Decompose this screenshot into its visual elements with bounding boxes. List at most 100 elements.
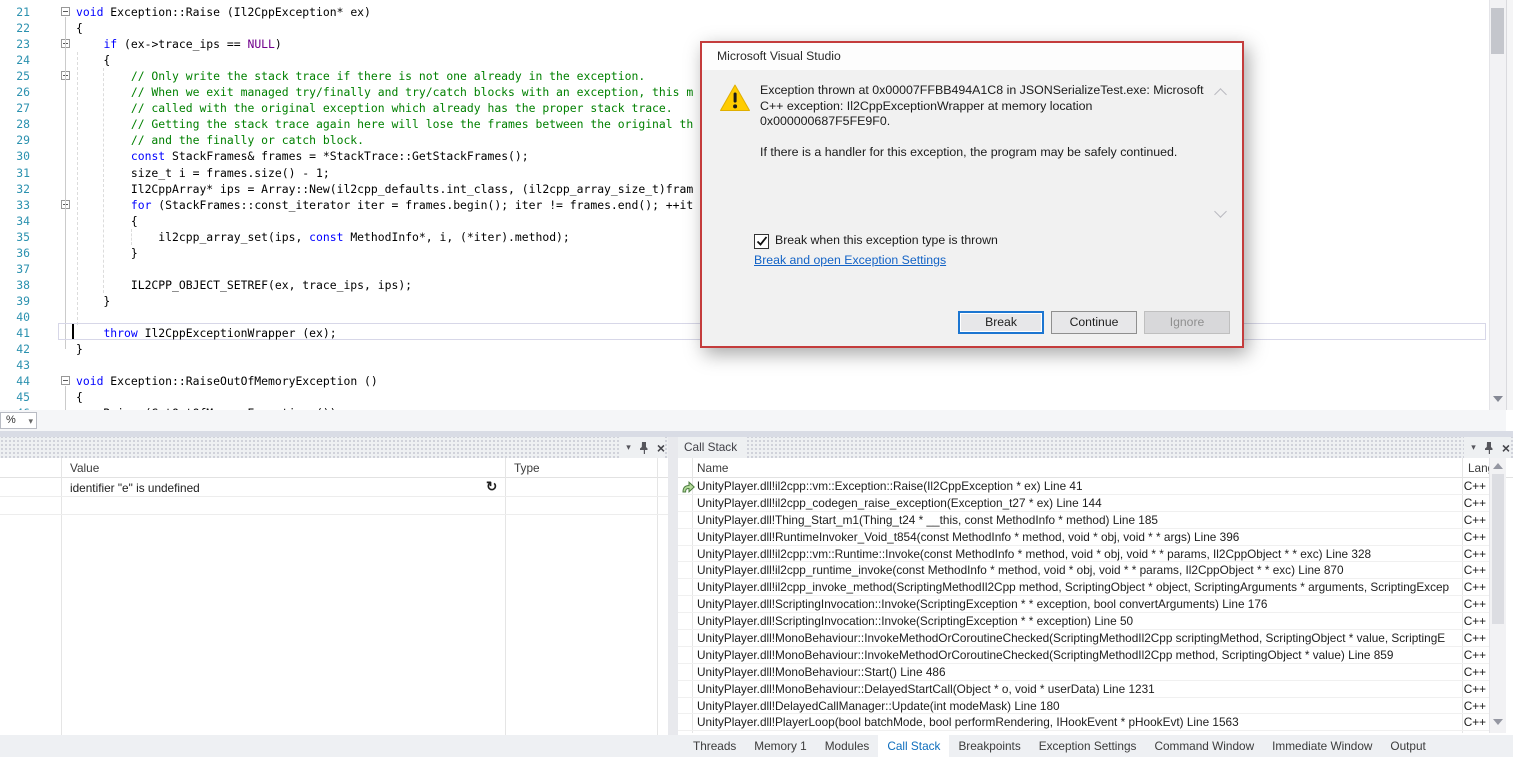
warning-icon [719, 83, 751, 113]
editor-overview-margin[interactable] [1506, 0, 1513, 410]
code-line[interactable]: size_t i = frames.size() - 1; [76, 165, 330, 181]
code-line[interactable]: { [76, 20, 83, 36]
callstack-row[interactable]: UnityPlayer.dll!il2cpp_codegen_raise_exc… [678, 495, 1489, 512]
callstack-row[interactable]: UnityPlayer.dll!il2cpp::vm::Exception::R… [678, 478, 1489, 495]
line-number: 34 [0, 213, 30, 229]
visual-studio-window: 2122232425262728293031323334353637383940… [0, 0, 1513, 757]
callstack-row[interactable]: UnityPlayer.dll!ScriptingInvocation::Inv… [678, 613, 1489, 630]
scrollbar-down-arrow-icon[interactable] [1493, 719, 1503, 725]
continue-button[interactable]: Continue [1051, 311, 1137, 334]
window-position-menu-icon[interactable]: ▾ [626, 443, 631, 452]
code-line[interactable]: } [76, 341, 83, 357]
code-line[interactable]: } [76, 293, 110, 309]
code-line[interactable]: IL2CPP_OBJECT_SETREF(ex, trace_ips, ips)… [76, 277, 412, 293]
callstack-row[interactable]: UnityPlayer.dll!MonoBehaviour::InvokeMet… [678, 647, 1489, 664]
scrollbar-up-arrow-icon[interactable] [1493, 463, 1503, 469]
fold-collapse-icon[interactable] [61, 376, 70, 385]
break-button[interactable]: Break [958, 311, 1044, 334]
frame-language: C++ [1464, 681, 1486, 698]
column-divider[interactable] [505, 458, 506, 735]
close-icon[interactable]: × [1502, 441, 1510, 455]
refresh-icon[interactable]: ↻ [486, 479, 497, 495]
frame-language: C++ [1464, 495, 1486, 512]
checkbox-label[interactable]: Break when this exception type is thrown [775, 233, 998, 247]
code-line[interactable]: const StackFrames& frames = *StackTrace:… [76, 148, 529, 164]
code-line[interactable]: // When we exit managed try/finally and … [76, 84, 693, 100]
bottom-tab-immediate-window[interactable]: Immediate Window [1263, 735, 1381, 757]
frame-name: UnityPlayer.dll!MonoBehaviour::InvokeMet… [678, 630, 1445, 647]
bottom-tab-breakpoints[interactable]: Breakpoints [949, 735, 1029, 757]
code-line[interactable]: } [76, 245, 138, 261]
code-line[interactable]: Il2CppArray* ips = Array::New(il2cpp_def… [76, 181, 693, 197]
code-line[interactable]: void Exception::Raise (Il2CppException* … [76, 4, 371, 20]
bottom-tab-threads[interactable]: Threads [684, 735, 745, 757]
pin-icon[interactable] [1484, 442, 1494, 454]
callstack-row[interactable]: UnityPlayer.dll!MonoBehaviour::DelayedSt… [678, 681, 1489, 698]
watch-panel-titlebar[interactable]: ▾ × [0, 437, 668, 458]
callstack-row[interactable]: UnityPlayer.dll!MonoBehaviour::Start() L… [678, 664, 1489, 681]
current-frame-arrow-icon [681, 481, 695, 493]
code-line[interactable]: { [76, 389, 83, 405]
tool-window-tab-strip: ThreadsMemory 1ModulesCall StackBreakpoi… [0, 735, 1513, 757]
bottom-tab-exception-settings[interactable]: Exception Settings [1030, 735, 1146, 757]
column-divider[interactable] [61, 458, 62, 735]
code-line[interactable]: // and the finally or catch block. [76, 132, 364, 148]
callstack-row[interactable]: UnityPlayer.dll!Thing_Start_m1(Thing_t24… [678, 512, 1489, 529]
code-line[interactable]: // Getting the stack trace again here wi… [76, 116, 693, 132]
code-line[interactable]: // Only write the stack trace if there i… [76, 68, 645, 84]
bottom-tab-call-stack[interactable]: Call Stack [878, 735, 949, 757]
callstack-vertical-scrollbar[interactable] [1489, 458, 1506, 733]
bottom-tab-memory-1[interactable]: Memory 1 [745, 735, 815, 757]
callstack-row[interactable]: UnityPlayer.dll!RuntimeInvoker_Void_t854… [678, 529, 1489, 546]
code-line[interactable]: throw Il2CppExceptionWrapper (ex); [76, 325, 337, 341]
code-line[interactable]: // called with the original exception wh… [76, 100, 673, 116]
editor-zoom-select[interactable]: % ▾ [0, 412, 37, 429]
scroll-up-chevron-icon[interactable] [1214, 88, 1227, 101]
callstack-scrollbar-thumb[interactable] [1492, 474, 1504, 624]
code-line[interactable]: { [76, 52, 110, 68]
editor-scrollbar-thumb[interactable] [1491, 8, 1504, 54]
watch-row-value[interactable]: identifier "e" is undefined [70, 481, 200, 495]
callstack-panel: Call Stack ▾ × Name Lang UnityPlayer.dll… [678, 437, 1513, 735]
scrollbar-down-arrow-icon[interactable] [1493, 396, 1503, 402]
callstack-row[interactable]: UnityPlayer.dll!DelayedCallManager::Upda… [678, 698, 1489, 715]
code-line[interactable]: il2cpp_array_set(ips, const MethodInfo*,… [76, 229, 570, 245]
dialog-title[interactable]: Microsoft Visual Studio [702, 43, 1242, 70]
exception-settings-link[interactable]: Break and open Exception Settings [754, 253, 946, 267]
callstack-column-headers[interactable]: Name Lang [678, 458, 1513, 478]
callstack-row[interactable]: UnityPlayer.dll!PlayerLoop(bool batchMod… [678, 714, 1489, 731]
callstack-row[interactable]: UnityPlayer.dll!il2cpp_runtime_invoke(co… [678, 562, 1489, 579]
close-icon[interactable]: × [657, 441, 665, 455]
watch-column-headers[interactable]: Value Type [0, 458, 668, 478]
scroll-down-chevron-icon[interactable] [1214, 205, 1227, 218]
bottom-tab-output[interactable]: Output [1381, 735, 1434, 757]
code-line[interactable]: for (StackFrames::const_iterator iter = … [76, 197, 693, 213]
frame-name: UnityPlayer.dll!il2cpp_invoke_method(Scr… [678, 579, 1449, 596]
fold-collapse-icon[interactable] [61, 7, 70, 16]
frame-name: UnityPlayer.dll!ScriptingInvocation::Inv… [678, 613, 1133, 630]
fold-scope-line [65, 386, 66, 410]
callstack-row[interactable]: UnityPlayer.dll!ScriptingInvocation::Inv… [678, 596, 1489, 613]
bottom-tab-modules[interactable]: Modules [816, 735, 879, 757]
callstack-row[interactable]: UnityPlayer.dll!MonoBehaviour::InvokeMet… [678, 630, 1489, 647]
callstack-row[interactable]: UnityPlayer.dll!il2cpp::vm::Runtime::Inv… [678, 546, 1489, 563]
code-line[interactable]: void Exception::RaiseOutOfMemoryExceptio… [76, 373, 378, 389]
exception-dialog: Microsoft Visual Studio Exception thrown… [700, 41, 1244, 348]
ignore-button[interactable]: Ignore [1144, 311, 1230, 334]
callstack-row[interactable]: UnityPlayer.dll!il2cpp_invoke_method(Scr… [678, 579, 1489, 596]
vertical-splitter[interactable] [668, 437, 678, 735]
column-header-value[interactable]: Value [70, 461, 99, 475]
frame-name: UnityPlayer.dll!il2cpp::vm::Exception::R… [678, 478, 1083, 495]
column-divider[interactable] [657, 458, 658, 735]
column-header-name[interactable]: Name [697, 461, 728, 475]
bottom-tab-command-window[interactable]: Command Window [1145, 735, 1263, 757]
code-line[interactable]: if (ex->trace_ips == NULL) [76, 36, 282, 52]
editor-vertical-scrollbar[interactable] [1489, 0, 1506, 410]
code-line[interactable]: { [76, 213, 138, 229]
window-position-menu-icon[interactable]: ▾ [1471, 443, 1476, 452]
column-header-type[interactable]: Type [514, 461, 540, 475]
frame-language: C++ [1464, 478, 1486, 495]
callstack-titlebar[interactable]: Call Stack ▾ × [678, 437, 1513, 458]
pin-icon[interactable] [639, 442, 649, 454]
break-exception-checkbox[interactable] [754, 234, 769, 249]
